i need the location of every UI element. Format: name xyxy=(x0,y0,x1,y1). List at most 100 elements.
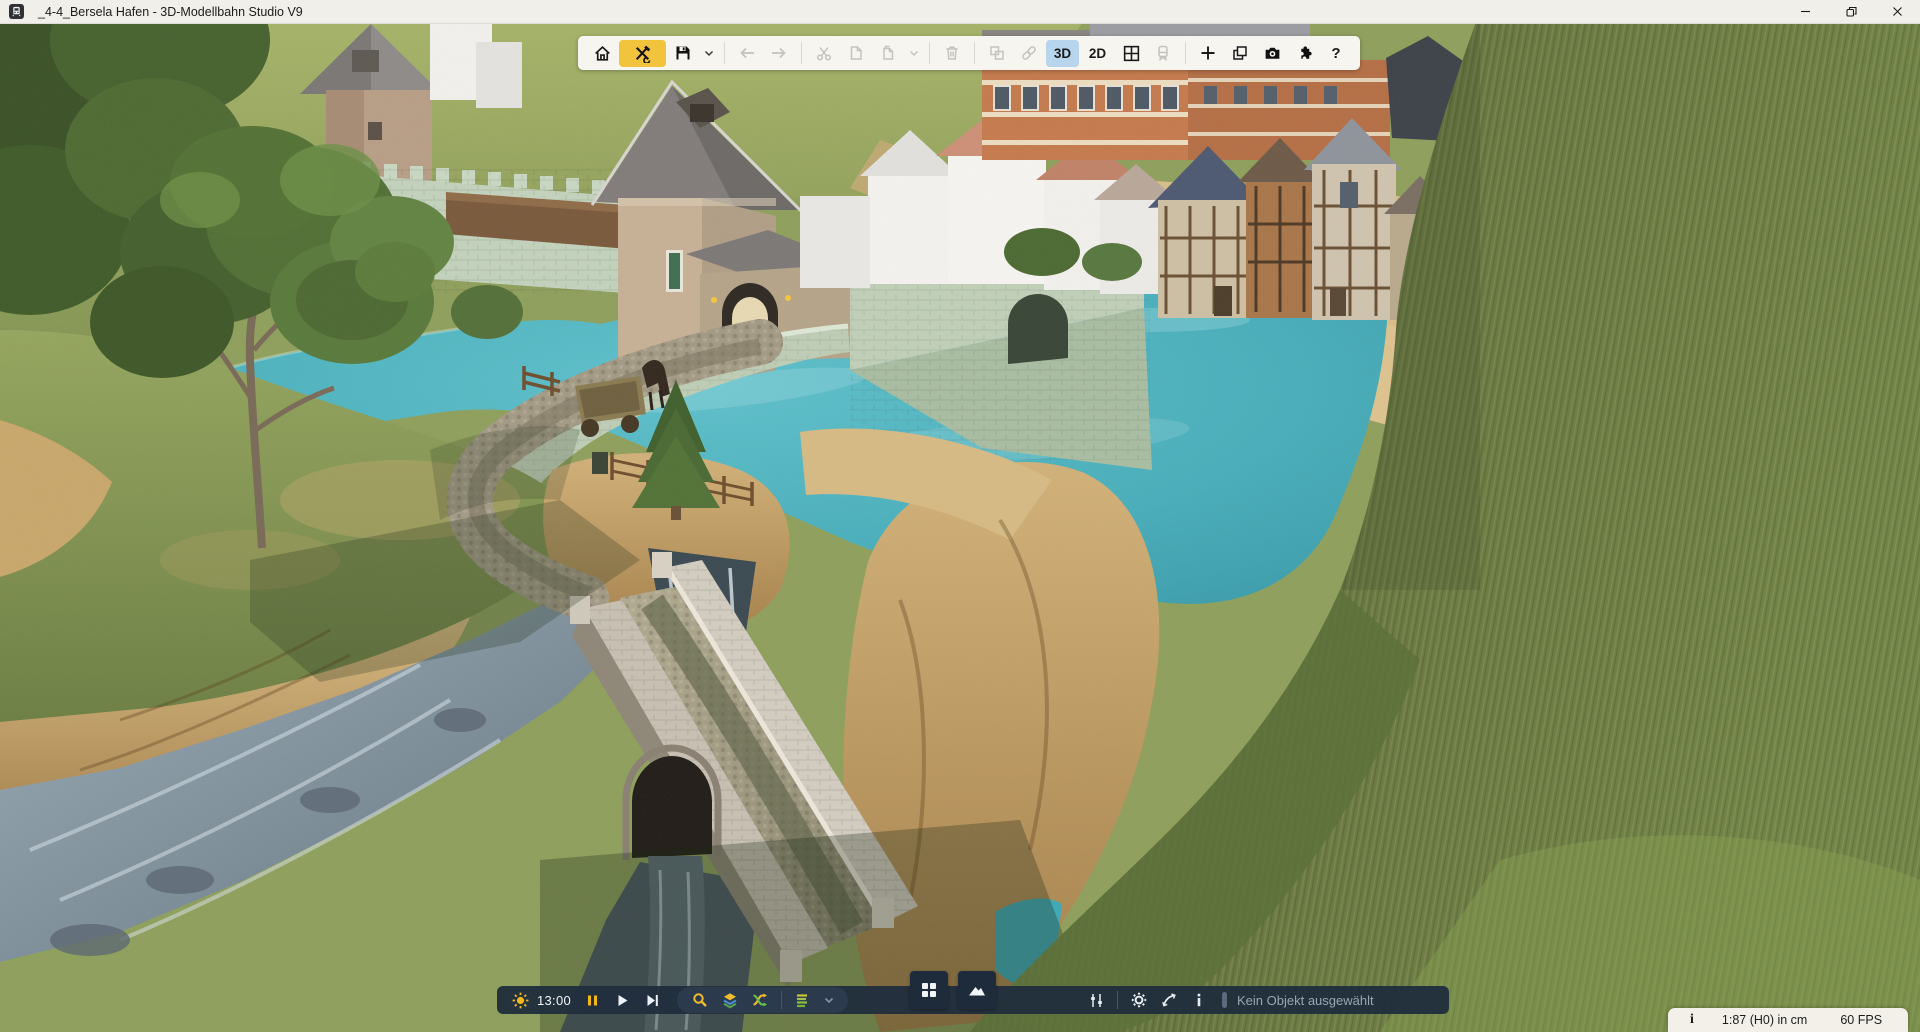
minimize-button[interactable] xyxy=(1782,0,1828,23)
plus-icon xyxy=(1199,44,1217,62)
info-icon xyxy=(1191,992,1207,1008)
scene-render xyxy=(0,0,1920,1032)
event-list-icon xyxy=(794,991,812,1009)
search-button[interactable] xyxy=(685,986,715,1014)
save-button[interactable] xyxy=(668,40,698,67)
restore-button[interactable] xyxy=(1828,0,1874,23)
view-2d-button[interactable]: 2D xyxy=(1081,40,1114,67)
application-window: _4-4_Bersela Hafen - 3D-Modellbahn Studi… xyxy=(0,0,1920,1032)
puzzle-icon xyxy=(1295,44,1314,63)
link-icon xyxy=(1020,44,1038,62)
shuffle-icon xyxy=(751,991,769,1009)
panel-separator xyxy=(1117,991,1118,1009)
viewport-3d[interactable] xyxy=(0,0,1920,1032)
grid-view-button[interactable] xyxy=(1116,40,1146,67)
step-forward-icon xyxy=(645,993,660,1008)
paste-menu-button[interactable] xyxy=(905,40,922,67)
tools-button[interactable] xyxy=(619,40,666,67)
toolbar-separator xyxy=(724,42,725,64)
event-list-button[interactable] xyxy=(788,986,818,1014)
delete-button[interactable] xyxy=(937,40,967,67)
arrow-left-icon xyxy=(737,44,757,62)
toolbar-separator xyxy=(1185,42,1186,64)
toolbar-separator xyxy=(801,42,802,64)
move-axes-icon xyxy=(1160,991,1178,1009)
info-button[interactable] xyxy=(1184,986,1214,1014)
filter-sliders-button[interactable] xyxy=(1081,986,1111,1014)
close-button[interactable] xyxy=(1874,0,1920,23)
fps-text: 60 FPS xyxy=(1840,1013,1882,1027)
paste-button[interactable] xyxy=(873,40,903,67)
daylight-button[interactable] xyxy=(505,986,535,1014)
undo-button[interactable] xyxy=(732,40,762,67)
pause-icon xyxy=(585,993,600,1008)
catalog-button[interactable] xyxy=(910,971,948,1009)
train-icon xyxy=(1154,44,1172,62)
layers-button[interactable] xyxy=(715,986,745,1014)
arrow-right-icon xyxy=(769,44,789,62)
help-button[interactable]: ? xyxy=(1321,40,1351,67)
search-icon xyxy=(691,991,709,1009)
bottom-right-group: Kein Objekt ausgewählt xyxy=(1081,986,1374,1014)
sim-time[interactable]: 13:00 xyxy=(537,993,571,1008)
group-icon xyxy=(988,44,1006,62)
home-button[interactable] xyxy=(587,40,617,67)
titlebar: _4-4_Bersela Hafen - 3D-Modellbahn Studi… xyxy=(0,0,1920,24)
terrain-button[interactable] xyxy=(958,971,996,1009)
link-button[interactable] xyxy=(1014,40,1044,67)
chevron-down-icon xyxy=(823,994,835,1006)
info-glyph: i xyxy=(1690,1012,1694,1028)
scissors-icon xyxy=(815,44,833,62)
status-drag-handle[interactable] xyxy=(1222,992,1227,1008)
cut-button[interactable] xyxy=(809,40,839,67)
pause-button[interactable] xyxy=(577,986,607,1014)
camera-icon xyxy=(1263,44,1282,63)
view-2d-label: 2D xyxy=(1089,46,1106,61)
view-3d-label: 3D xyxy=(1054,46,1071,61)
trash-icon xyxy=(943,44,961,62)
view-3d-button[interactable]: 3D xyxy=(1046,40,1079,67)
panel-separator xyxy=(781,991,782,1009)
scene-grain xyxy=(0,0,1920,1032)
gear-icon xyxy=(1130,991,1148,1009)
more-options-button[interactable] xyxy=(818,986,840,1014)
help-label: ? xyxy=(1331,45,1340,62)
group-button[interactable] xyxy=(982,40,1012,67)
save-icon xyxy=(674,44,692,62)
duplicate-icon xyxy=(1231,44,1249,62)
catalog-grid-icon xyxy=(919,980,939,1000)
train-view-button[interactable] xyxy=(1148,40,1178,67)
settings-button[interactable] xyxy=(1124,986,1154,1014)
shuffle-button[interactable] xyxy=(745,986,775,1014)
selection-status: Kein Objekt ausgewählt xyxy=(1237,993,1374,1008)
home-icon xyxy=(593,44,612,63)
view-options-panel xyxy=(677,987,848,1013)
terrain-icon xyxy=(966,979,988,1001)
chevron-down-icon xyxy=(908,47,920,59)
train-icon xyxy=(9,4,24,19)
sliders-icon xyxy=(1088,992,1105,1009)
layers-icon xyxy=(721,991,739,1009)
step-forward-button[interactable] xyxy=(637,986,667,1014)
toolbar-separator xyxy=(974,42,975,64)
move-axes-button[interactable] xyxy=(1154,986,1184,1014)
duplicate-button[interactable] xyxy=(1225,40,1255,67)
screenshot-button[interactable] xyxy=(1257,40,1287,67)
redo-button[interactable] xyxy=(764,40,794,67)
save-menu-button[interactable] xyxy=(700,40,717,67)
scale-status-bar: i 1:87 (H0) in cm 60 FPS xyxy=(1668,1008,1908,1032)
play-icon xyxy=(615,993,630,1008)
window-title: _4-4_Bersela Hafen - 3D-Modellbahn Studi… xyxy=(38,5,303,19)
add-object-button[interactable] xyxy=(1193,40,1223,67)
grid-icon xyxy=(1122,44,1141,63)
paste-icon xyxy=(879,44,897,62)
bottom-toolbar: 13:00 xyxy=(497,986,1449,1014)
plugin-button[interactable] xyxy=(1289,40,1319,67)
tools-icon xyxy=(633,44,652,63)
chevron-down-icon xyxy=(703,47,715,59)
play-button[interactable] xyxy=(607,986,637,1014)
copy-button[interactable] xyxy=(841,40,871,67)
sun-icon xyxy=(511,991,530,1010)
copy-icon xyxy=(847,44,865,62)
toolbar-separator xyxy=(929,42,930,64)
